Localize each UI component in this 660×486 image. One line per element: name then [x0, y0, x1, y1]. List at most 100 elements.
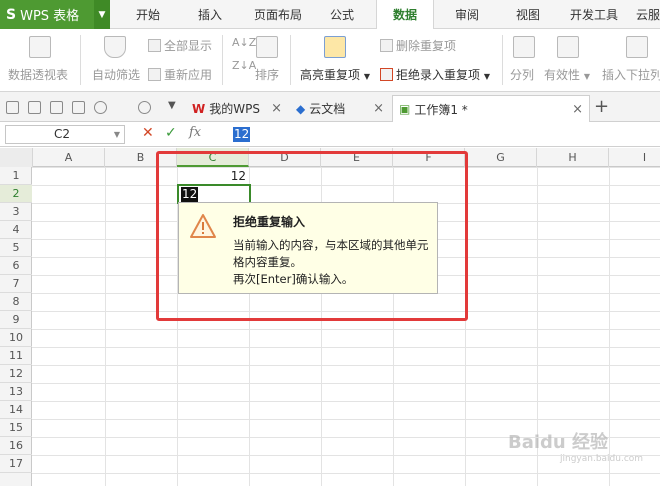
- doc-tab-my-wps[interactable]: W 我的WPS ×: [186, 95, 288, 122]
- app-title: WPS 表格: [20, 9, 80, 24]
- row-header-8[interactable]: 8: [0, 293, 32, 311]
- reject-duplicates-icon: [380, 68, 393, 81]
- wps-w-icon: W: [192, 101, 206, 116]
- undo-icon[interactable]: [94, 101, 107, 114]
- column-header-e[interactable]: E: [321, 148, 393, 167]
- show-all-icon: [148, 39, 161, 52]
- cell-c2-value[interactable]: 12: [181, 187, 199, 202]
- sort-descending-icon[interactable]: Z↓A: [232, 59, 256, 72]
- menu-tab-review[interactable]: 审阅: [447, 0, 487, 29]
- row-header-2[interactable]: 2: [0, 185, 32, 203]
- formula-input[interactable]: 12: [233, 127, 251, 142]
- row-header-12[interactable]: 12: [0, 365, 32, 383]
- formula-bar: C2 ▼ ✕ ✓ fx 12: [0, 122, 660, 147]
- name-box[interactable]: C2 ▼: [5, 125, 125, 144]
- menu-tab-page-layout[interactable]: 页面布局: [246, 0, 310, 29]
- row-header-5[interactable]: 5: [0, 239, 32, 257]
- column-header-a[interactable]: A: [33, 148, 105, 167]
- doc-tab-cloud-docs[interactable]: ◆ 云文档 ×: [290, 95, 390, 122]
- close-tab-icon[interactable]: ×: [572, 102, 583, 117]
- column-header-b[interactable]: B: [105, 148, 177, 167]
- document-tab-bar: ▼ W 我的WPS × ◆ 云文档 × ▣ 工作簿1 * ×: [0, 92, 660, 122]
- menu-bar: S WPS 表格 ▼ 开始 插入 页面布局 公式 数据 审阅 视图 开发工具 云…: [0, 0, 660, 30]
- quick-access-dropdown-icon[interactable]: ▼: [168, 100, 176, 111]
- row-header-3[interactable]: 3: [0, 203, 32, 221]
- tooltip-message-line: 再次[Enter]确认输入。: [233, 272, 354, 286]
- doc-tab-workbook1[interactable]: ▣ 工作簿1 * ×: [392, 95, 590, 122]
- remove-duplicates-icon: [380, 39, 393, 52]
- print-icon[interactable]: [72, 101, 85, 114]
- cancel-entry-icon[interactable]: ✕: [142, 125, 154, 141]
- pivot-table-icon: [29, 36, 51, 58]
- column-header-f[interactable]: F: [393, 148, 465, 167]
- highlight-duplicates-dropdown-icon: ▼: [363, 72, 370, 81]
- redo-icon[interactable]: [138, 101, 151, 114]
- app-menu-dropdown-icon[interactable]: ▼: [94, 0, 110, 29]
- grid-line: [321, 148, 322, 486]
- menu-tab-home[interactable]: 开始: [124, 0, 172, 29]
- column-header-g[interactable]: G: [465, 148, 537, 167]
- row-header-bar: 1 2 3 4 5 6 7 8 9 10 11 12 13 14 15 16 1…: [0, 167, 32, 486]
- filter-icon: [104, 36, 126, 58]
- pivot-table-button[interactable]: 数据透视表: [8, 66, 68, 83]
- validity-dropdown-icon: ▼: [583, 72, 590, 81]
- validity-button[interactable]: 有效性 ▼: [544, 66, 590, 83]
- save-icon[interactable]: [28, 101, 41, 114]
- menu-tab-view[interactable]: 视图: [508, 0, 548, 29]
- cell-c1[interactable]: 12: [178, 167, 250, 185]
- sort-ascending-icon[interactable]: A↓Z: [232, 36, 256, 49]
- ribbon-divider: [502, 35, 503, 85]
- print-preview-icon[interactable]: [50, 101, 63, 114]
- column-header-bar: A B C D E F G H I: [0, 148, 660, 167]
- menu-tab-insert[interactable]: 插入: [186, 0, 234, 29]
- text-to-columns-button[interactable]: 分列: [510, 66, 534, 83]
- row-header-4[interactable]: 4: [0, 221, 32, 239]
- show-all-button[interactable]: 全部显示: [148, 37, 212, 54]
- column-header-c[interactable]: C: [177, 148, 249, 167]
- row-header-16[interactable]: 16: [0, 437, 32, 455]
- active-cell-c2[interactable]: 12: [177, 184, 251, 204]
- menu-tab-cloud[interactable]: 云服: [634, 0, 660, 29]
- row-header-10[interactable]: 10: [0, 329, 32, 347]
- name-box-dropdown-icon[interactable]: ▼: [114, 126, 120, 143]
- menu-tab-developer[interactable]: 开发工具: [562, 0, 626, 29]
- row-header-13[interactable]: 13: [0, 383, 32, 401]
- remove-duplicates-button[interactable]: 删除重复项: [380, 37, 456, 54]
- close-tab-icon[interactable]: ×: [373, 101, 384, 116]
- open-folder-icon[interactable]: [6, 101, 19, 114]
- reapply-button[interactable]: 重新应用: [148, 66, 212, 83]
- sort-button[interactable]: 排序: [255, 66, 279, 83]
- highlight-duplicates-button[interactable]: 高亮重复项 ▼: [300, 66, 370, 83]
- menu-tab-data[interactable]: 数据: [376, 0, 434, 30]
- autofilter-button[interactable]: 自动筛选: [92, 66, 140, 83]
- tooltip-message-line: 格内容重复。: [233, 255, 302, 269]
- column-header-i[interactable]: I: [609, 148, 660, 167]
- row-header-9[interactable]: 9: [0, 311, 32, 329]
- app-menu-button[interactable]: S WPS 表格 ▼: [0, 0, 110, 29]
- insert-function-icon[interactable]: fx: [189, 125, 201, 140]
- sort-icon: [256, 36, 278, 58]
- baidu-watermark-url: jingyan.baidu.com: [560, 454, 644, 464]
- reject-duplicates-button[interactable]: 拒绝录入重复项 ▼: [380, 66, 490, 83]
- column-header-h[interactable]: H: [537, 148, 609, 167]
- row-header-6[interactable]: 6: [0, 257, 32, 275]
- insert-dropdown-list-button[interactable]: 插入下拉列: [602, 66, 660, 83]
- new-tab-plus-icon[interactable]: +: [594, 96, 609, 117]
- select-all-corner[interactable]: [0, 148, 33, 167]
- cloud-cube-icon: ◆: [296, 101, 306, 116]
- row-header-1[interactable]: 1: [0, 167, 32, 185]
- row-header-14[interactable]: 14: [0, 401, 32, 419]
- text-to-columns-icon: [513, 36, 535, 58]
- tooltip-message-line: 当前输入的内容，与本区域的其他单元: [233, 238, 429, 252]
- row-header-15[interactable]: 15: [0, 419, 32, 437]
- ribbon: 数据透视表 自动筛选 全部显示 重新应用 A↓Z Z↓A 排序 高亮重复项 ▼ …: [0, 29, 660, 92]
- row-header-7[interactable]: 7: [0, 275, 32, 293]
- close-tab-icon[interactable]: ×: [271, 101, 282, 116]
- column-header-d[interactable]: D: [249, 148, 321, 167]
- wps-logo-icon: S: [6, 6, 17, 23]
- row-header-11[interactable]: 11: [0, 347, 32, 365]
- insert-dropdown-list-icon: [626, 36, 648, 58]
- confirm-entry-icon[interactable]: ✓: [165, 125, 177, 141]
- menu-tab-formulas[interactable]: 公式: [322, 0, 362, 29]
- row-header-17[interactable]: 17: [0, 455, 32, 473]
